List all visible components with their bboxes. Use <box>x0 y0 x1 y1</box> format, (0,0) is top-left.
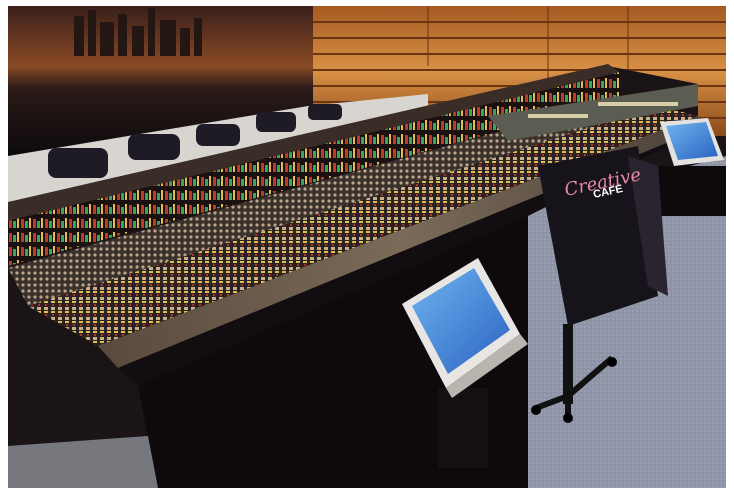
studio-photo: Creative CAFE <box>8 6 726 488</box>
studio-scene: Creative CAFE <box>8 6 726 488</box>
image-frame: Creative CAFE <box>0 0 734 495</box>
